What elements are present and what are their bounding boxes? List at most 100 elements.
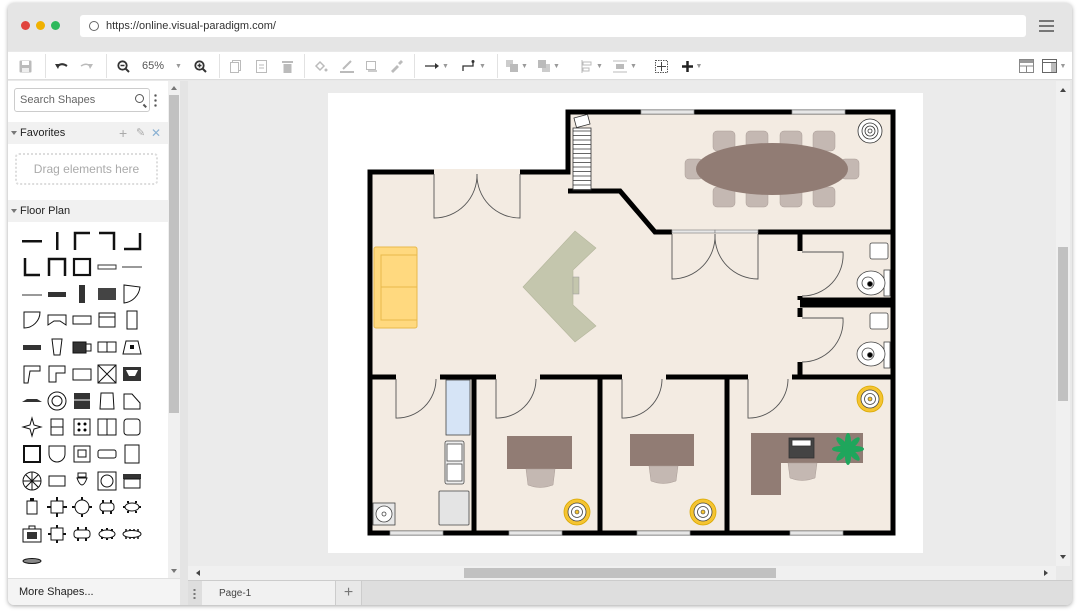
edit-icon[interactable]: ✎ <box>136 122 145 144</box>
scroll-right-icon[interactable] <box>1044 570 1048 576</box>
floor-plan-shape[interactable] <box>95 389 119 413</box>
floor-plan-shape[interactable] <box>70 442 94 466</box>
floor-plan-shape[interactable] <box>95 495 119 519</box>
floor-plan-shape[interactable] <box>20 282 44 306</box>
zoom-in-button[interactable] <box>189 52 211 80</box>
address-bar[interactable]: https://online.visual-paradigm.com/ <box>80 15 1026 37</box>
zoom-out-button[interactable] <box>112 52 134 80</box>
floor-plan-shape[interactable] <box>70 308 94 332</box>
add-page-button[interactable]: + <box>336 581 362 605</box>
canvas-vertical-scrollbar[interactable] <box>1056 81 1070 566</box>
waypoints-button[interactable]: ▼ <box>459 52 489 80</box>
floor-plan-shape[interactable] <box>95 255 119 279</box>
floor-plan-shape[interactable] <box>45 495 69 519</box>
floor-plan-shape[interactable] <box>95 362 119 386</box>
redo-button[interactable] <box>76 52 98 80</box>
canvas-horizontal-scrollbar[interactable] <box>188 566 1056 580</box>
floor-plan-shape[interactable] <box>70 495 94 519</box>
floor-plan-shape[interactable] <box>20 229 44 253</box>
favorites-drop-zone[interactable]: Drag elements here <box>15 153 158 185</box>
floor-plan-shape[interactable] <box>20 549 44 573</box>
floor-plan-shape[interactable] <box>20 415 44 439</box>
scroll-up-icon[interactable] <box>171 86 177 90</box>
minimize-window-button[interactable] <box>36 21 45 30</box>
vertical-scroll-thumb[interactable] <box>1058 247 1068 401</box>
diagram-canvas[interactable] <box>188 81 1056 566</box>
search-shapes-input[interactable]: Search Shapes <box>14 88 150 112</box>
distribute-button[interactable]: ▼ <box>611 52 639 80</box>
floor-plan-shape[interactable] <box>95 308 119 332</box>
floor-plan-shape[interactable] <box>20 362 44 386</box>
paste-button[interactable] <box>250 52 272 80</box>
maximize-window-button[interactable] <box>51 21 60 30</box>
floor-plan-shape[interactable] <box>70 415 94 439</box>
floor-plan-shape[interactable] <box>120 522 144 546</box>
shadow-button[interactable] <box>361 52 383 80</box>
floor-plan-shape[interactable] <box>70 282 94 306</box>
floor-plan-shape[interactable] <box>95 335 119 359</box>
floor-plan-shape[interactable] <box>45 362 69 386</box>
floor-plan-shape[interactable] <box>45 415 69 439</box>
to-back-button[interactable]: ▼ <box>535 52 563 80</box>
floor-plan-shape[interactable] <box>120 308 144 332</box>
floor-plan-shape[interactable] <box>45 442 69 466</box>
align-button[interactable]: ▼ <box>578 52 606 80</box>
floor-plan-shape[interactable] <box>45 308 69 332</box>
favorites-header[interactable]: Favorites + ✎ ✕ <box>8 122 168 144</box>
floor-plan-shape[interactable] <box>120 255 144 279</box>
undo-button[interactable] <box>50 52 72 80</box>
scroll-down-icon[interactable] <box>171 569 177 573</box>
floor-plan-shape[interactable] <box>70 335 94 359</box>
fit-page-button[interactable] <box>651 52 671 80</box>
close-icon[interactable]: ✕ <box>151 122 161 144</box>
add-favorite-icon[interactable]: + <box>119 122 127 144</box>
floor-plan-shape[interactable] <box>20 308 44 332</box>
floor-plan-shape[interactable] <box>120 495 144 519</box>
save-button[interactable] <box>14 52 36 80</box>
floor-plan-shape[interactable] <box>95 415 119 439</box>
floor-plan-shape[interactable] <box>95 469 119 493</box>
more-shapes-button[interactable]: More Shapes... <box>8 578 180 605</box>
floor-plan-shape[interactable] <box>45 522 69 546</box>
more-options-icon[interactable] <box>154 93 157 107</box>
floor-plan-shape[interactable] <box>20 522 44 546</box>
floor-plan-shape[interactable] <box>120 415 144 439</box>
search-icon[interactable] <box>135 94 144 103</box>
close-window-button[interactable] <box>21 21 30 30</box>
floor-plan-shape[interactable] <box>95 442 119 466</box>
scroll-down-icon[interactable] <box>1060 555 1066 559</box>
floor-plan-shape[interactable] <box>45 282 69 306</box>
scroll-left-icon[interactable] <box>196 570 200 576</box>
laptop[interactable] <box>788 437 815 459</box>
horizontal-scroll-thumb[interactable] <box>464 568 776 578</box>
page-tab[interactable]: Page-1 <box>202 581 336 605</box>
page-menu-icon[interactable] <box>193 588 196 600</box>
floor-plan-shape[interactable] <box>20 469 44 493</box>
floor-plan-shape[interactable] <box>20 495 44 519</box>
floor-plan-shape[interactable] <box>120 469 144 493</box>
floor-plan-shape[interactable] <box>20 389 44 413</box>
floor-plan-shape[interactable] <box>45 469 69 493</box>
sofa[interactable] <box>373 246 418 329</box>
sidebar-scroll-thumb[interactable] <box>169 95 179 413</box>
layout-panel-button[interactable]: ▼ <box>1039 52 1069 80</box>
floor-lamp[interactable] <box>689 498 717 526</box>
zoom-level[interactable]: 65% <box>136 52 170 80</box>
floor-plan-shape[interactable] <box>120 442 144 466</box>
floor-lamp[interactable] <box>856 385 884 413</box>
floor-plan-shape[interactable] <box>20 335 44 359</box>
fill-color-button[interactable] <box>310 52 332 80</box>
floor-plan-shape[interactable] <box>70 389 94 413</box>
floor-plan-shape[interactable] <box>70 469 94 493</box>
sidebar-splitter[interactable] <box>180 81 188 605</box>
sidebar-scrollbar[interactable] <box>168 81 180 578</box>
floor-lamp[interactable] <box>563 498 591 526</box>
zoom-dropdown[interactable]: ▼ <box>171 52 183 80</box>
conference-table[interactable] <box>696 143 848 195</box>
floor-plan-shape[interactable] <box>45 229 69 253</box>
floor-plan-shape[interactable] <box>70 522 94 546</box>
floor-plan-shape[interactable] <box>95 229 119 253</box>
format-panel-button[interactable] <box>1015 52 1037 80</box>
floor-plan-shape[interactable] <box>45 335 69 359</box>
connector-style-button[interactable]: ▼ <box>422 52 452 80</box>
